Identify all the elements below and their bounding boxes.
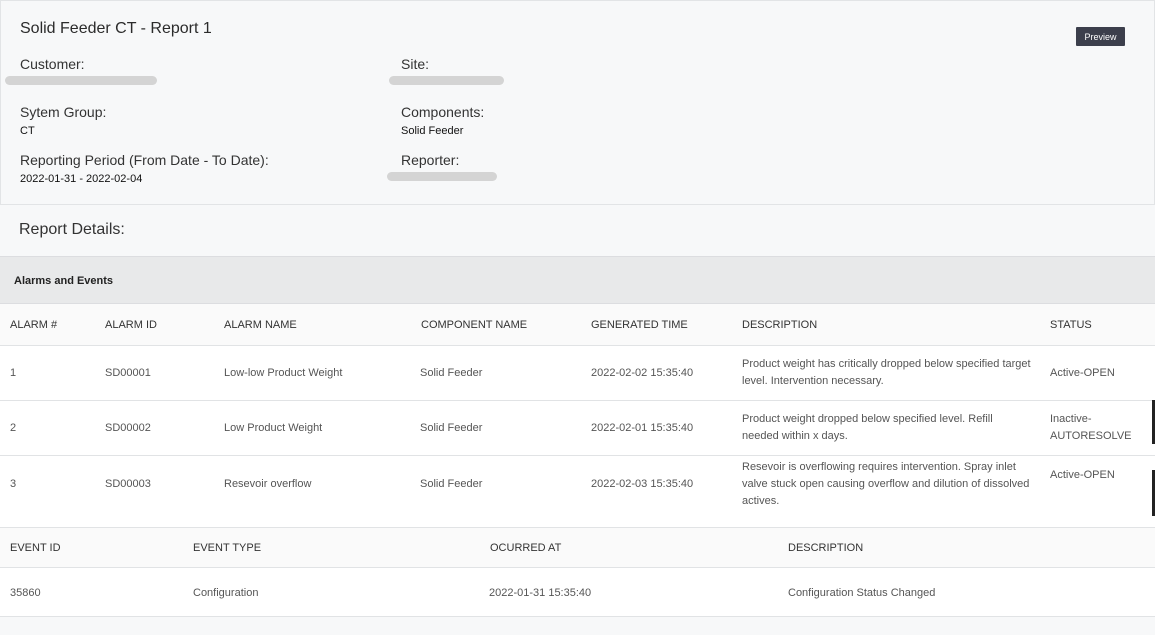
report-title: Solid Feeder CT - Report 1 <box>20 20 212 37</box>
event-id: 35860 <box>10 587 41 599</box>
customer-label: Customer: <box>20 56 85 72</box>
column-header-occurred-at: OCURRED AT <box>490 542 562 554</box>
alarm-id: SD00002 <box>105 422 151 434</box>
alarms-events-section-header: Alarms and Events <box>0 256 1155 304</box>
alarm-description: Product weight has critically dropped be… <box>742 358 1031 387</box>
alarm-id: SD00003 <box>105 478 151 490</box>
generated-time: 2022-02-02 15:35:40 <box>591 367 694 379</box>
customer-value-redacted <box>5 76 157 85</box>
system-group-value: CT <box>20 125 35 137</box>
alarm-num: 1 <box>10 367 17 379</box>
events-table: EVENT ID EVENT TYPE OCURRED AT DESCRIPTI… <box>0 528 1155 617</box>
component-name: Solid Feeder <box>420 367 483 379</box>
report-details-title: Report Details: <box>19 221 125 238</box>
reporting-period-value: 2022-01-31 - 2022-02-04 <box>20 173 143 185</box>
alarm-status: Inactive-AUTORESOLVE <box>1050 413 1132 442</box>
alarms-events-title: Alarms and Events <box>14 275 114 287</box>
reporting-period-label: Reporting Period (From Date - To Date): <box>20 152 269 168</box>
component-name: Solid Feeder <box>420 422 483 434</box>
event-description: Configuration Status Changed <box>788 587 936 599</box>
components-label: Components: <box>401 104 485 120</box>
alarm-status: Active-OPEN <box>1050 469 1115 481</box>
column-header-event-type: EVENT TYPE <box>193 542 262 554</box>
report-header-panel: Solid Feeder CT - Report 1 Preview Custo… <box>0 0 1155 205</box>
site-value-redacted <box>389 76 504 85</box>
alarms-table: ALARM # ALARM ID ALARM NAME COMPONENT NA… <box>0 304 1155 528</box>
alarm-num: 3 <box>10 478 17 490</box>
alarm-name: Low-low Product Weight <box>224 367 343 379</box>
table-row: 3 SD00003 Resevoir overflow Solid Feeder… <box>0 456 1155 528</box>
system-group-label: Sytem Group: <box>20 104 107 120</box>
column-header-component-name: COMPONENT NAME <box>421 319 528 331</box>
column-header-alarm-num: ALARM # <box>10 319 58 331</box>
column-header-event-description: DESCRIPTION <box>788 542 864 554</box>
component-name: Solid Feeder <box>420 478 483 490</box>
alarm-id: SD00001 <box>105 367 151 379</box>
event-occurred-at: 2022-01-31 15:35:40 <box>489 587 592 599</box>
event-type: Configuration <box>193 587 259 599</box>
column-header-description: DESCRIPTION <box>742 319 818 331</box>
column-header-alarm-id: ALARM ID <box>105 319 157 331</box>
table-row: 1 SD00001 Low-low Product Weight Solid F… <box>0 346 1155 401</box>
column-header-alarm-name: ALARM NAME <box>224 319 297 331</box>
column-header-generated-time: GENERATED TIME <box>591 319 688 331</box>
alarms-table-header: ALARM # ALARM ID ALARM NAME COMPONENT NA… <box>0 304 1155 346</box>
components-value: Solid Feeder <box>401 125 464 137</box>
alarm-name: Low Product Weight <box>224 422 323 434</box>
reporter-value-redacted <box>387 172 497 181</box>
generated-time: 2022-02-01 15:35:40 <box>591 422 694 434</box>
alarm-name: Resevoir overflow <box>224 478 312 490</box>
reporter-label: Reporter: <box>401 152 460 168</box>
column-header-status: STATUS <box>1050 319 1092 331</box>
alarm-status: Active-OPEN <box>1050 367 1115 379</box>
alarm-num: 2 <box>10 422 17 434</box>
table-row: 2 SD00002 Low Product Weight Solid Feede… <box>0 401 1155 456</box>
alarm-description: Product weight dropped below specified l… <box>742 413 993 442</box>
table-row: 35860 Configuration 2022-01-31 15:35:40 … <box>0 568 1155 617</box>
alarm-description: Resevoir is overflowing requires interve… <box>742 461 1030 507</box>
column-header-event-id: EVENT ID <box>10 542 61 554</box>
site-label: Site: <box>401 56 430 72</box>
preview-button[interactable]: Preview <box>1076 27 1125 46</box>
events-table-header: EVENT ID EVENT TYPE OCURRED AT DESCRIPTI… <box>0 528 1155 568</box>
generated-time: 2022-02-03 15:35:40 <box>591 478 694 490</box>
